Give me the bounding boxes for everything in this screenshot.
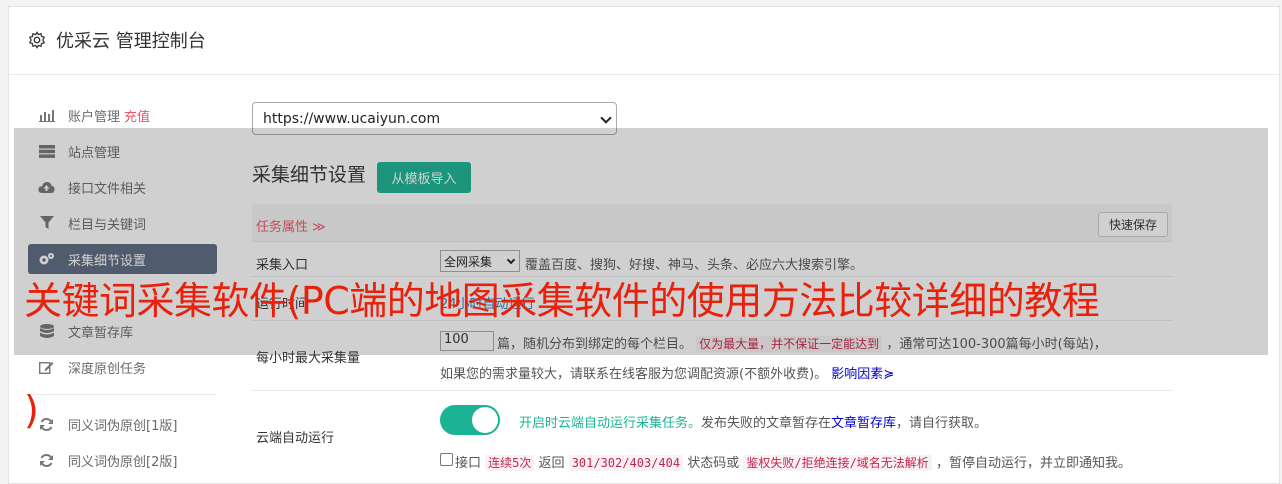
auto-run-desc: 开启时云端自动运行采集任务。发布失败的文章暂存在文章暂存库，请自行获取。	[519, 412, 987, 431]
sidebar-item-synonym-v2[interactable]: 同义词伪原创[2版]	[28, 445, 217, 475]
overlay-title: 关键词采集软件(PC端的地图采集软件的使用方法比较详细的教程	[24, 279, 1100, 323]
auto-run-toggle[interactable]	[440, 405, 500, 435]
sidebar-divider	[28, 394, 217, 395]
recharge-link[interactable]: 充值	[124, 106, 150, 125]
auto-run-label: 云端自动运行	[256, 431, 335, 446]
auto-run-desc-1: 发布失败的文章暂存在	[701, 416, 832, 431]
code-status: 301/302/403/404	[568, 455, 684, 471]
chevron-down-icon	[600, 112, 612, 124]
pause-notify-checkbox[interactable]	[440, 453, 453, 466]
edit-icon	[38, 360, 55, 374]
page-header: 优采云 管理控制台	[8, 6, 1280, 75]
code-consecutive: 连续5次	[485, 455, 535, 471]
sidebar-item-synonym-v1[interactable]: 同义词伪原创[1版]	[28, 409, 217, 439]
article-store-link[interactable]: 文章暂存库	[831, 416, 896, 431]
overlay-paren: )	[24, 388, 39, 432]
chk-label: 接口	[455, 456, 482, 471]
max-desc-3: 如果您的需求量较大，请联系在线客服为您调配资源(不额外收费)。	[440, 367, 828, 382]
refresh-icon	[38, 417, 55, 431]
mid-text-1: 返回	[538, 456, 565, 471]
sidebar-item-label: 深度原创任务	[68, 361, 147, 377]
sidebar-item-account[interactable]: 账户管理 充值	[28, 100, 217, 130]
mid-text-2: 状态码或	[687, 456, 740, 471]
max-desc-line2: 如果您的需求量较大，请联系在线客服为您调配资源(不额外收费)。 影响因素≽	[440, 363, 894, 382]
pause-rule-text: 接口 连续5次 返回 301/302/403/404 状态码或 鉴权失败/拒绝连…	[455, 452, 1131, 471]
auto-run-on-text: 开启时云端自动运行采集任务。	[519, 416, 702, 431]
toggle-knob	[472, 407, 498, 433]
sidebar-item-label: 账户管理	[68, 109, 121, 125]
sidebar-item-label: 同义词伪原创[2版]	[68, 454, 178, 470]
auto-run-desc-2: ，请自行获取。	[896, 416, 988, 431]
bar-chart-icon	[38, 108, 55, 122]
chevron-double-down-icon: ≽	[883, 367, 895, 382]
refresh-icon	[38, 453, 55, 467]
page-title: 优采云 管理控制台	[56, 31, 206, 52]
sidebar-item-label: 同义词伪原创[1版]	[68, 418, 178, 434]
code-errors: 鉴权失败/拒绝连接/域名无法解析	[743, 455, 932, 471]
row-divider	[252, 390, 1172, 391]
site-select-value: https://www.ucaiyun.com	[263, 110, 441, 127]
tail-text: ，暂停自动运行，并立即通知我。	[935, 456, 1131, 471]
sidebar-item-deep-original[interactable]: 深度原创任务	[28, 352, 217, 382]
influence-factors-link[interactable]: 影响因素	[831, 367, 883, 382]
gear-icon	[28, 31, 46, 49]
